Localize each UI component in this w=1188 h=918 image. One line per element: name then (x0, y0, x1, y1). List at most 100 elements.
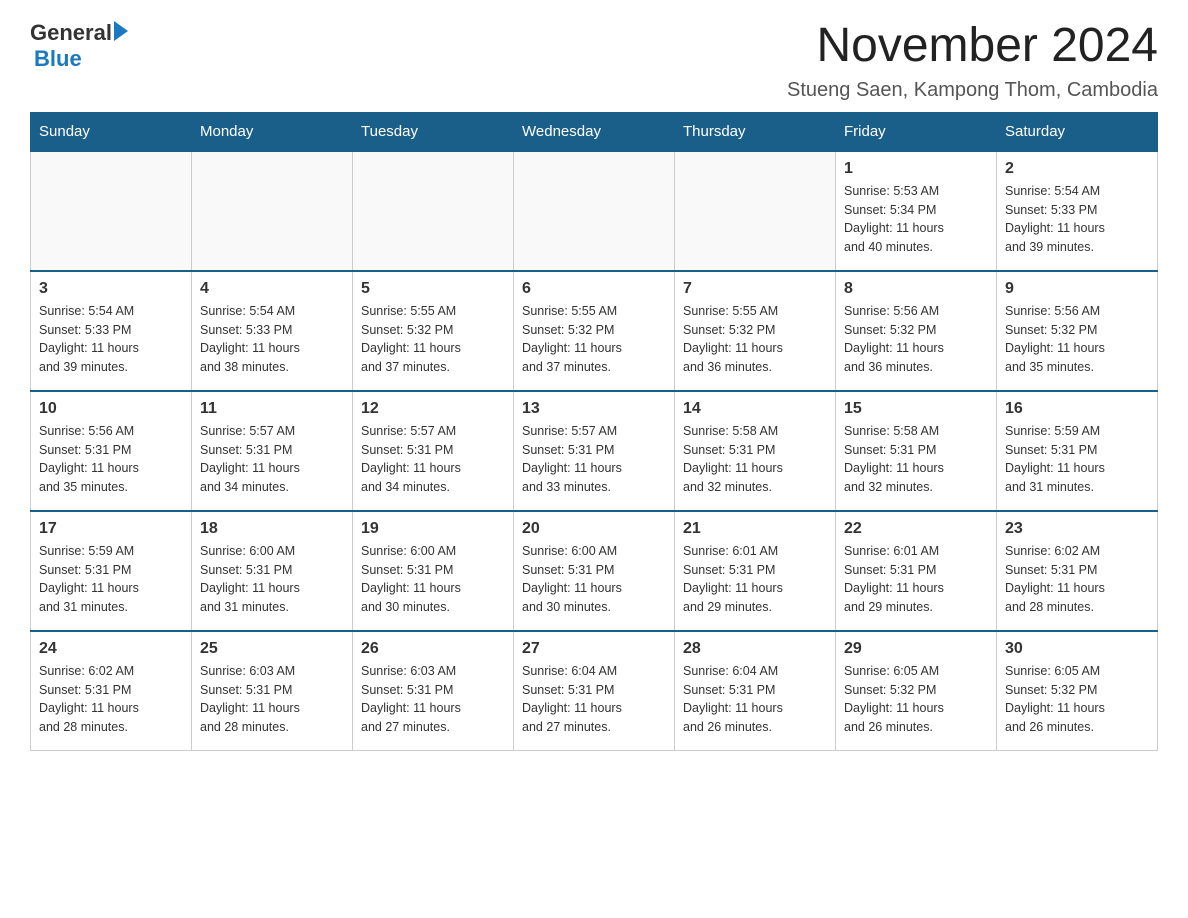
sun-info: Sunrise: 6:03 AM Sunset: 5:31 PM Dayligh… (361, 662, 505, 737)
sun-info: Sunrise: 5:56 AM Sunset: 5:31 PM Dayligh… (39, 422, 183, 497)
day-number: 24 (39, 640, 183, 658)
day-number: 15 (844, 400, 988, 418)
calendar-day-cell: 19 Sunrise: 6:00 AM Sunset: 5:31 PM Dayli… (353, 511, 514, 631)
calendar-day-cell: 27 Sunrise: 6:04 AM Sunset: 5:31 PM Dayli… (514, 631, 675, 751)
calendar-day-cell: 4 Sunrise: 5:54 AM Sunset: 5:33 PM Daylig… (192, 271, 353, 391)
col-saturday: Saturday (997, 112, 1158, 151)
sun-info: Sunrise: 5:58 AM Sunset: 5:31 PM Dayligh… (844, 422, 988, 497)
sun-info: Sunrise: 6:00 AM Sunset: 5:31 PM Dayligh… (200, 542, 344, 617)
calendar-day-cell: 11 Sunrise: 5:57 AM Sunset: 5:31 PM Dayli… (192, 391, 353, 511)
sun-info: Sunrise: 5:58 AM Sunset: 5:31 PM Dayligh… (683, 422, 827, 497)
day-number: 28 (683, 640, 827, 658)
col-tuesday: Tuesday (353, 112, 514, 151)
col-sunday: Sunday (31, 112, 192, 151)
calendar-day-cell: 21 Sunrise: 6:01 AM Sunset: 5:31 PM Dayli… (675, 511, 836, 631)
sun-info: Sunrise: 6:00 AM Sunset: 5:31 PM Dayligh… (522, 542, 666, 617)
calendar-day-cell: 25 Sunrise: 6:03 AM Sunset: 5:31 PM Dayli… (192, 631, 353, 751)
sun-info: Sunrise: 6:00 AM Sunset: 5:31 PM Dayligh… (361, 542, 505, 617)
day-number: 16 (1005, 400, 1149, 418)
sun-info: Sunrise: 5:54 AM Sunset: 5:33 PM Dayligh… (39, 302, 183, 377)
logo-text-blue: Blue (34, 46, 82, 72)
calendar-day-cell: 9 Sunrise: 5:56 AM Sunset: 5:32 PM Daylig… (997, 271, 1158, 391)
calendar-week-row: 3 Sunrise: 5:54 AM Sunset: 5:33 PM Daylig… (31, 271, 1158, 391)
calendar-day-cell: 22Sunrise: 6:01 AM Sunset: 5:31 PM Dayli… (836, 511, 997, 631)
day-number: 27 (522, 640, 666, 658)
sun-info: Sunrise: 5:56 AM Sunset: 5:32 PM Dayligh… (1005, 302, 1149, 377)
calendar-day-cell: 30Sunrise: 6:05 AM Sunset: 5:32 PM Dayli… (997, 631, 1158, 751)
day-number: 29 (844, 640, 988, 658)
day-number: 19 (361, 520, 505, 538)
calendar-day-cell: 1 Sunrise: 5:53 AM Sunset: 5:34 PM Daylig… (836, 151, 997, 271)
sun-info: Sunrise: 5:59 AM Sunset: 5:31 PM Dayligh… (1005, 422, 1149, 497)
page-header: General Blue November 2024 Stueng Saen, … (30, 20, 1158, 102)
sun-info: Sunrise: 5:57 AM Sunset: 5:31 PM Dayligh… (200, 422, 344, 497)
sun-info: Sunrise: 6:04 AM Sunset: 5:31 PM Dayligh… (522, 662, 666, 737)
day-number: 7 (683, 280, 827, 298)
logo-text-general: General (30, 20, 112, 46)
day-number: 25 (200, 640, 344, 658)
day-number: 20 (522, 520, 666, 538)
sun-info: Sunrise: 5:55 AM Sunset: 5:32 PM Dayligh… (683, 302, 827, 377)
calendar-day-cell: 7 Sunrise: 5:55 AM Sunset: 5:32 PM Daylig… (675, 271, 836, 391)
calendar-day-cell: 18 Sunrise: 6:00 AM Sunset: 5:31 PM Dayli… (192, 511, 353, 631)
day-number: 2 (1005, 160, 1149, 178)
sun-info: Sunrise: 6:02 AM Sunset: 5:31 PM Dayligh… (1005, 542, 1149, 617)
sun-info: Sunrise: 5:55 AM Sunset: 5:32 PM Dayligh… (361, 302, 505, 377)
day-number: 3 (39, 280, 183, 298)
calendar-week-row: 17Sunrise: 5:59 AM Sunset: 5:31 PM Dayli… (31, 511, 1158, 631)
day-number: 14 (683, 400, 827, 418)
calendar-day-cell (353, 151, 514, 271)
sun-info: Sunrise: 5:53 AM Sunset: 5:34 PM Dayligh… (844, 182, 988, 257)
day-number: 23 (1005, 520, 1149, 538)
day-number: 11 (200, 400, 344, 418)
day-number: 17 (39, 520, 183, 538)
title-section: November 2024 Stueng Saen, Kampong Thom,… (787, 20, 1158, 102)
page-subtitle: Stueng Saen, Kampong Thom, Cambodia (787, 79, 1158, 102)
calendar-day-cell: 28 Sunrise: 6:04 AM Sunset: 5:31 PM Dayli… (675, 631, 836, 751)
col-wednesday: Wednesday (514, 112, 675, 151)
calendar-day-cell: 29Sunrise: 6:05 AM Sunset: 5:32 PM Dayli… (836, 631, 997, 751)
day-number: 9 (1005, 280, 1149, 298)
page-title: November 2024 (787, 20, 1158, 73)
day-number: 21 (683, 520, 827, 538)
calendar-day-cell: 24Sunrise: 6:02 AM Sunset: 5:31 PM Dayli… (31, 631, 192, 751)
calendar-day-cell: 23 Sunrise: 6:02 AM Sunset: 5:31 PM Dayli… (997, 511, 1158, 631)
sun-info: Sunrise: 6:01 AM Sunset: 5:31 PM Dayligh… (683, 542, 827, 617)
calendar-day-cell: 3 Sunrise: 5:54 AM Sunset: 5:33 PM Daylig… (31, 271, 192, 391)
col-thursday: Thursday (675, 112, 836, 151)
day-number: 18 (200, 520, 344, 538)
calendar-day-cell: 2 Sunrise: 5:54 AM Sunset: 5:33 PM Daylig… (997, 151, 1158, 271)
day-number: 8 (844, 280, 988, 298)
calendar-day-cell: 13Sunrise: 5:57 AM Sunset: 5:31 PM Dayli… (514, 391, 675, 511)
day-number: 5 (361, 280, 505, 298)
day-number: 13 (522, 400, 666, 418)
calendar-day-cell: 14 Sunrise: 5:58 AM Sunset: 5:31 PM Dayli… (675, 391, 836, 511)
day-number: 26 (361, 640, 505, 658)
sun-info: Sunrise: 6:03 AM Sunset: 5:31 PM Dayligh… (200, 662, 344, 737)
calendar-day-cell (514, 151, 675, 271)
calendar-week-row: 10Sunrise: 5:56 AM Sunset: 5:31 PM Dayli… (31, 391, 1158, 511)
day-number: 4 (200, 280, 344, 298)
calendar-day-cell: 6Sunrise: 5:55 AM Sunset: 5:32 PM Daylig… (514, 271, 675, 391)
calendar-week-row: 1 Sunrise: 5:53 AM Sunset: 5:34 PM Daylig… (31, 151, 1158, 271)
sun-info: Sunrise: 5:57 AM Sunset: 5:31 PM Dayligh… (361, 422, 505, 497)
calendar-day-cell (192, 151, 353, 271)
calendar-day-cell: 17Sunrise: 5:59 AM Sunset: 5:31 PM Dayli… (31, 511, 192, 631)
col-friday: Friday (836, 112, 997, 151)
sun-info: Sunrise: 5:54 AM Sunset: 5:33 PM Dayligh… (1005, 182, 1149, 257)
day-number: 1 (844, 160, 988, 178)
calendar-day-cell (31, 151, 192, 271)
day-number: 30 (1005, 640, 1149, 658)
sun-info: Sunrise: 6:01 AM Sunset: 5:31 PM Dayligh… (844, 542, 988, 617)
col-monday: Monday (192, 112, 353, 151)
calendar-day-cell: 26 Sunrise: 6:03 AM Sunset: 5:31 PM Dayli… (353, 631, 514, 751)
day-number: 12 (361, 400, 505, 418)
logo-arrow-icon (114, 21, 128, 41)
calendar-week-row: 24Sunrise: 6:02 AM Sunset: 5:31 PM Dayli… (31, 631, 1158, 751)
calendar-day-cell: 16 Sunrise: 5:59 AM Sunset: 5:31 PM Dayli… (997, 391, 1158, 511)
sun-info: Sunrise: 6:04 AM Sunset: 5:31 PM Dayligh… (683, 662, 827, 737)
sun-info: Sunrise: 5:54 AM Sunset: 5:33 PM Dayligh… (200, 302, 344, 377)
calendar-day-cell: 5 Sunrise: 5:55 AM Sunset: 5:32 PM Daylig… (353, 271, 514, 391)
calendar-day-cell: 20 Sunrise: 6:00 AM Sunset: 5:31 PM Dayli… (514, 511, 675, 631)
calendar-day-cell: 10Sunrise: 5:56 AM Sunset: 5:31 PM Dayli… (31, 391, 192, 511)
